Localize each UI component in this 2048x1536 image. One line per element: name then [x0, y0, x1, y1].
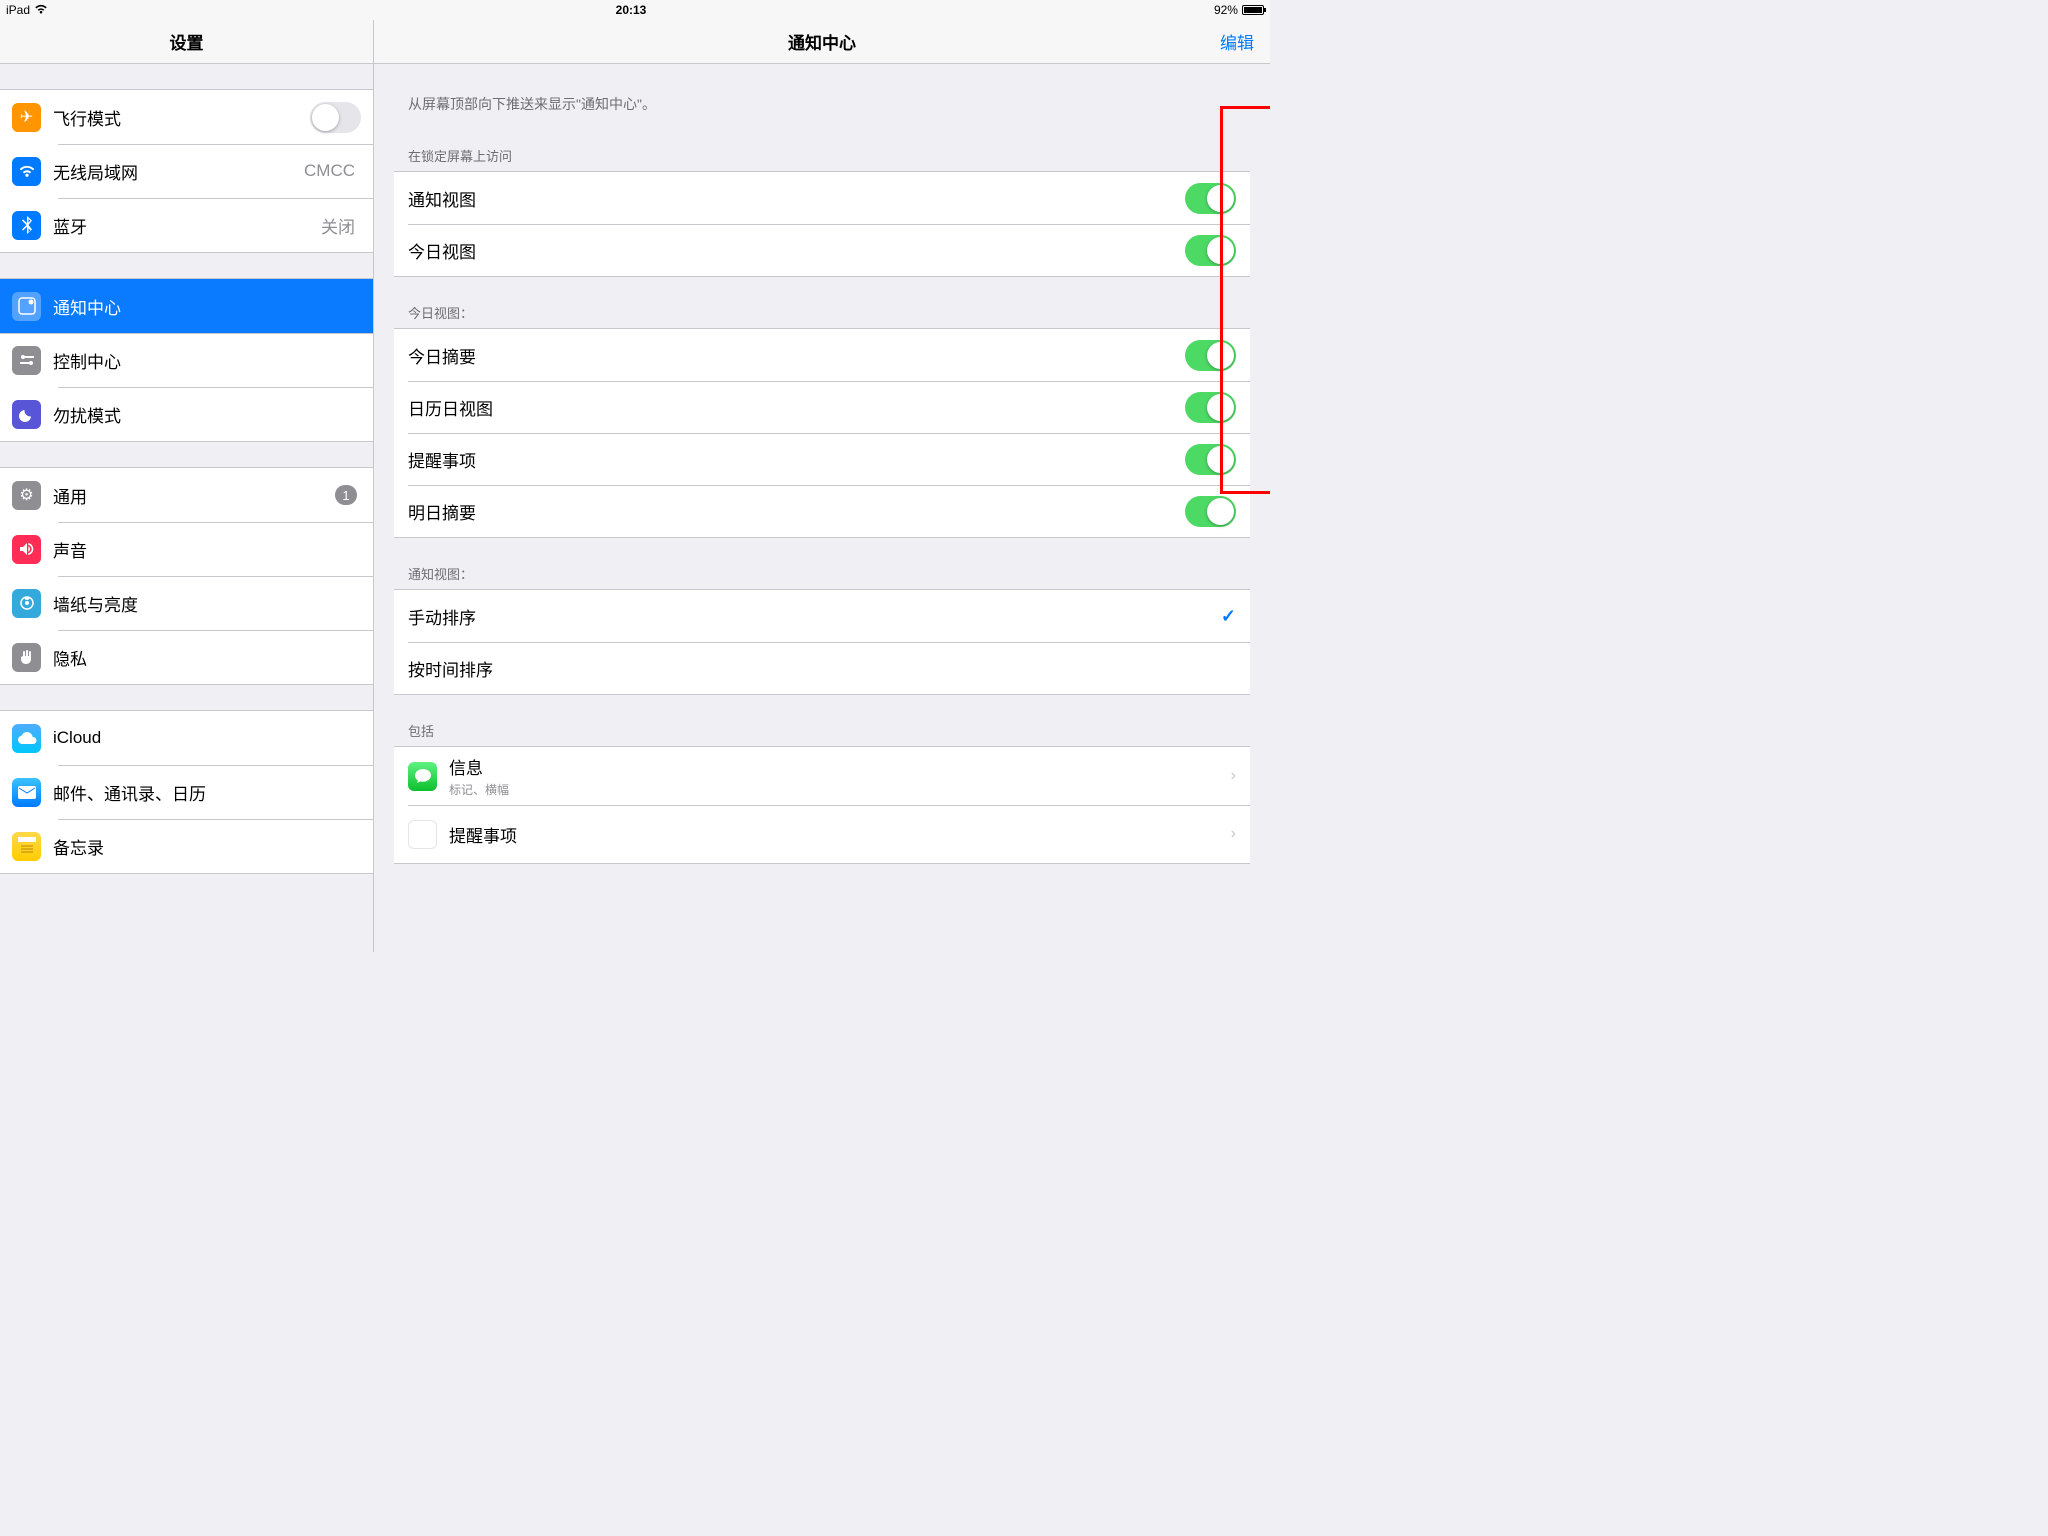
status-bar: iPad 20:13 92% — [0, 0, 1270, 20]
sidebar-item-notification-center[interactable]: 通知中心 — [0, 279, 373, 333]
hand-icon — [12, 643, 41, 672]
detail-title: 通知中心 — [788, 29, 856, 54]
device-label: iPad — [6, 3, 30, 17]
intro-text: 从屏幕顶部向下推送来显示"通知中心"。 — [374, 64, 1270, 138]
control-center-icon — [12, 346, 41, 375]
today-row-reminders[interactable]: 提醒事项 — [394, 433, 1250, 485]
lock-row-today-view[interactable]: 今日视图 — [394, 224, 1250, 276]
lock-section-header: 在锁定屏幕上访问 — [374, 138, 1270, 171]
sound-icon — [12, 535, 41, 564]
today-row-summary[interactable]: 今日摘要 — [394, 329, 1250, 381]
mail-icon — [12, 778, 41, 807]
header-bar: 设置 通知中心 编辑 — [0, 20, 1270, 64]
sidebar-item-sounds[interactable]: 声音 — [0, 522, 373, 576]
sidebar-item-icloud[interactable]: iCloud — [0, 711, 373, 765]
sidebar-item-wallpaper[interactable]: 墙纸与亮度 — [0, 576, 373, 630]
switch-today-summary[interactable] — [1185, 340, 1236, 371]
notif-section-header: 通知视图： — [374, 538, 1270, 589]
chevron-right-icon: › — [1231, 825, 1236, 843]
sidebar-item-wifi[interactable]: 无线局域网 CMCC — [0, 144, 373, 198]
moon-icon — [12, 400, 41, 429]
sort-row-time[interactable]: 按时间排序 — [394, 642, 1250, 694]
bluetooth-icon — [12, 211, 41, 240]
sidebar-item-privacy[interactable]: 隐私 — [0, 630, 373, 684]
messages-icon — [408, 762, 437, 791]
clock: 20:13 — [616, 3, 647, 17]
sidebar-item-general[interactable]: ⚙ 通用 1 — [0, 468, 373, 522]
wallpaper-icon — [12, 589, 41, 618]
lock-row-notification-view[interactable]: 通知视图 — [394, 172, 1250, 224]
switch-reminders[interactable] — [1185, 444, 1236, 475]
sidebar-item-airplane[interactable]: ✈ 飞行模式 — [0, 90, 373, 144]
sidebar-item-control-center[interactable]: 控制中心 — [0, 333, 373, 387]
switch-today-view[interactable] — [1185, 235, 1236, 266]
battery-percent: 92% — [1214, 3, 1238, 17]
badge-general: 1 — [335, 485, 357, 505]
switch-notification-view[interactable] — [1185, 183, 1236, 214]
airplane-icon: ✈ — [12, 103, 41, 132]
sidebar-item-mail[interactable]: 邮件、通讯录、日历 — [0, 765, 373, 819]
today-row-calendar[interactable]: 日历日视图 — [394, 381, 1250, 433]
sidebar-item-dnd[interactable]: 勿扰模式 — [0, 387, 373, 441]
wifi-icon — [34, 3, 48, 17]
airplane-switch[interactable] — [310, 102, 361, 133]
sidebar-item-notes[interactable]: 备忘录 — [0, 819, 373, 873]
today-section-header: 今日视图： — [374, 277, 1270, 328]
detail-pane: 从屏幕顶部向下推送来显示"通知中心"。 在锁定屏幕上访问 通知视图 今日视图 今… — [374, 64, 1270, 952]
wifi-settings-icon — [12, 157, 41, 186]
cloud-icon — [12, 724, 41, 753]
sort-row-manual[interactable]: 手动排序 ✓ — [394, 590, 1250, 642]
app-row-messages[interactable]: 信息 标记、横幅 › — [394, 747, 1250, 805]
check-icon: ✓ — [1221, 606, 1236, 627]
notes-icon — [12, 832, 41, 861]
gear-icon: ⚙ — [12, 481, 41, 510]
switch-tomorrow-summary[interactable] — [1185, 496, 1236, 527]
battery-icon — [1242, 5, 1264, 15]
sidebar-item-bluetooth[interactable]: 蓝牙 关闭 — [0, 198, 373, 252]
edit-button[interactable]: 编辑 — [1220, 29, 1254, 54]
reminders-icon — [408, 820, 437, 849]
app-row-reminders[interactable]: 提醒事项 › — [394, 805, 1250, 863]
today-row-tomorrow[interactable]: 明日摘要 — [394, 485, 1250, 537]
sidebar: ✈ 飞行模式 无线局域网 CMCC 蓝牙 关闭 — [0, 64, 374, 952]
switch-calendar-day[interactable] — [1185, 392, 1236, 423]
notification-icon — [12, 292, 41, 321]
include-section-header: 包括 — [374, 695, 1270, 746]
sidebar-title: 设置 — [0, 20, 374, 63]
chevron-right-icon: › — [1231, 767, 1236, 785]
